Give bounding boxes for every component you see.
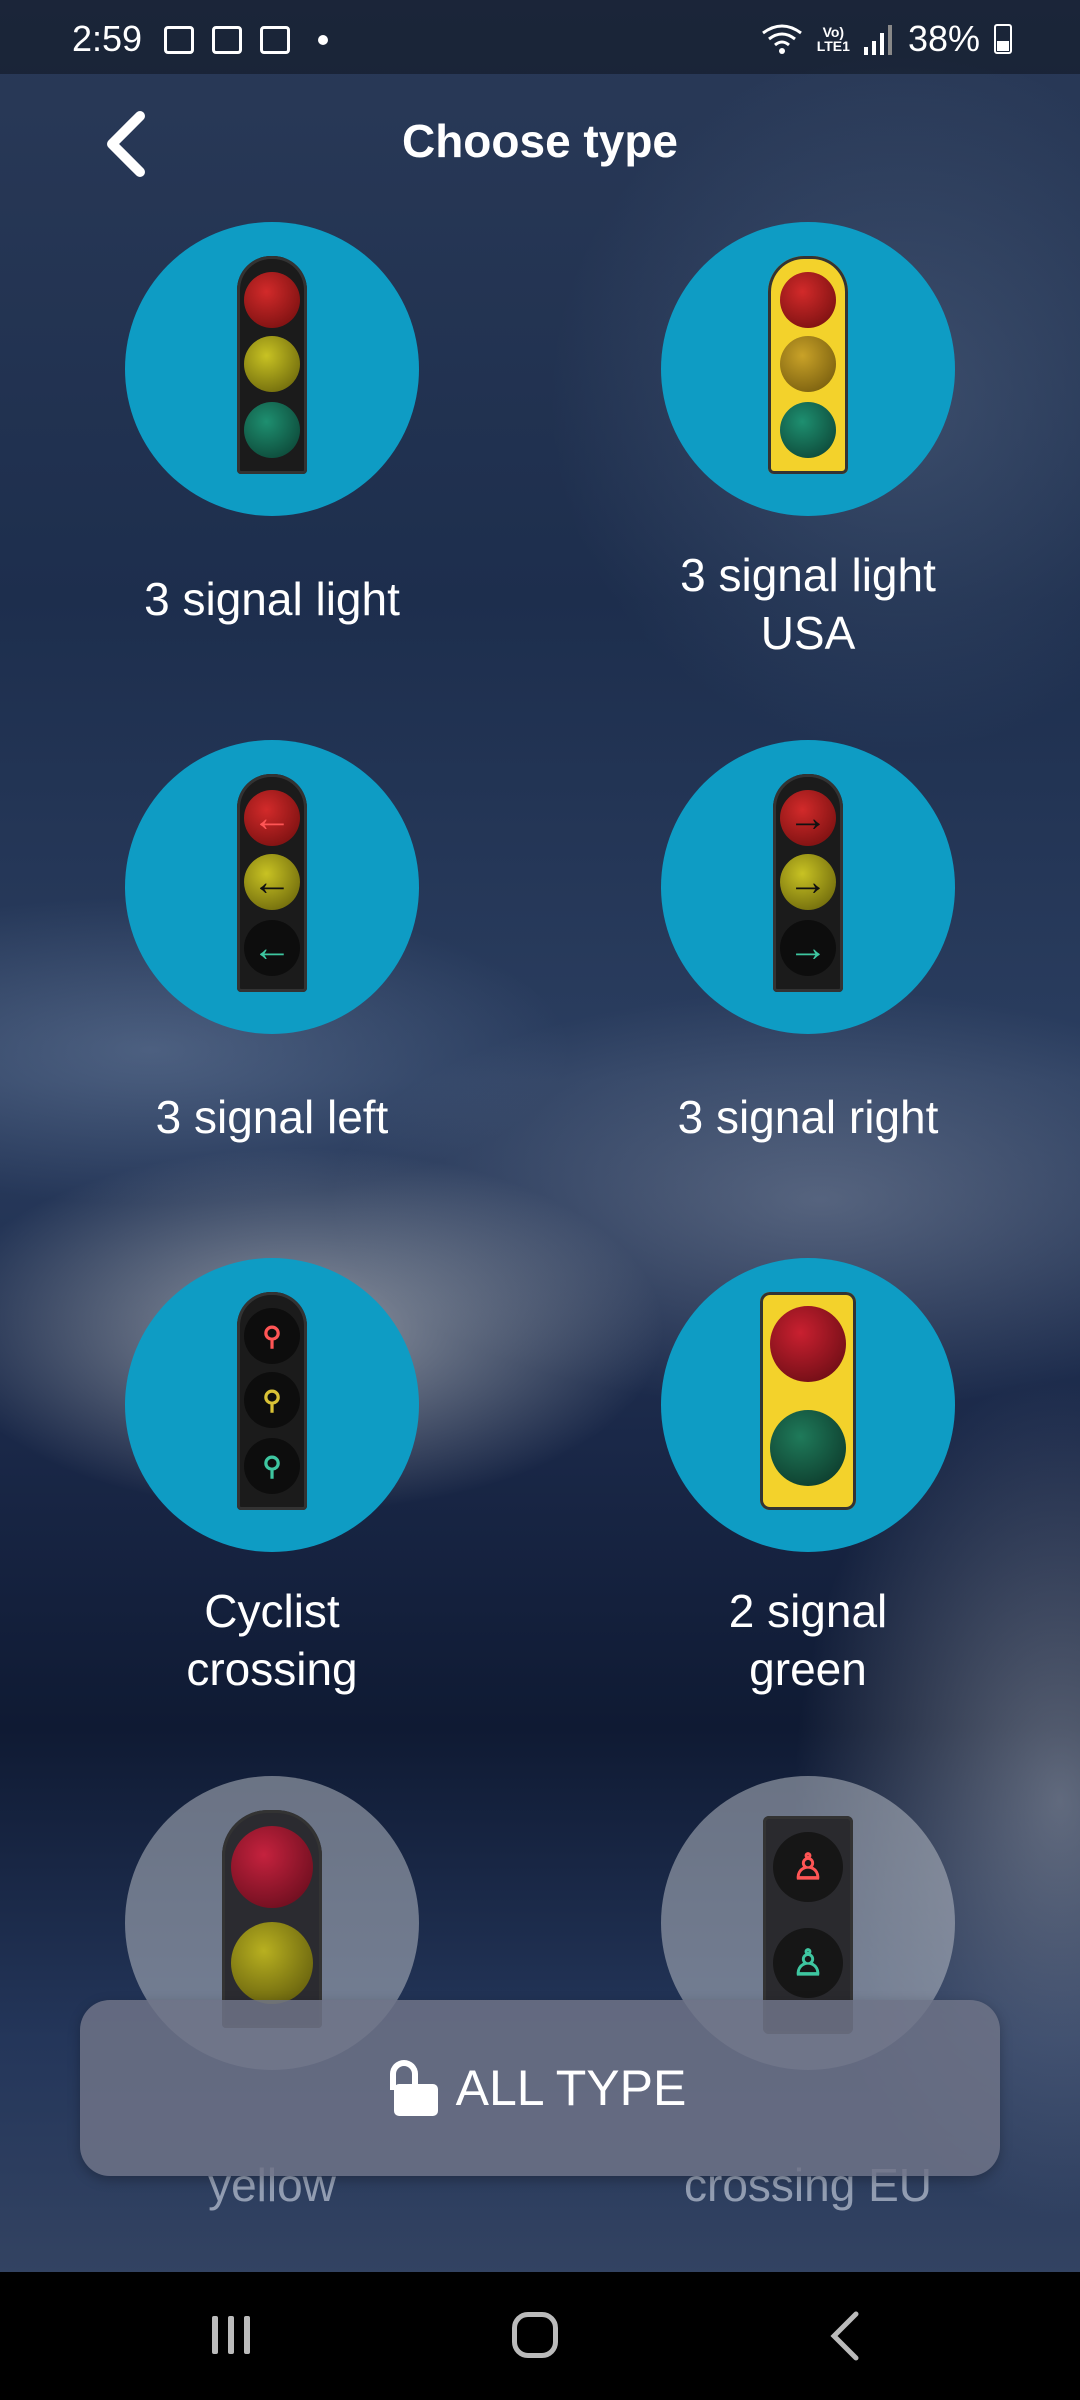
- type-item-cyclist-crossing[interactable]: ⚲ ⚲ ⚲ Cyclist crossing: [42, 1258, 502, 1698]
- cyclist-traffic-light-icon: ⚲ ⚲ ⚲: [125, 1258, 419, 1552]
- unlock-icon: [389, 2060, 438, 2116]
- more-dot-icon: [318, 35, 328, 45]
- signal-icon: [863, 25, 892, 55]
- system-icons: Vo) LTE1 38%: [761, 18, 1012, 60]
- notification-icons: [164, 26, 328, 54]
- status-time: 2:59: [72, 18, 143, 59]
- page-title: Choose type: [401, 115, 679, 167]
- unlock-all-button[interactable]: ALL TYPE: [80, 2000, 1000, 2176]
- type-item-3-signal-light-usa[interactable]: 3 signal light USA: [578, 222, 1038, 662]
- traffic-light-right-arrows-icon: → → →: [661, 740, 955, 1034]
- system-back-button[interactable]: [822, 2308, 872, 2364]
- status-bar: 2:59 Vo) LTE1 38%: [0, 0, 1080, 74]
- type-label: 3 signal light: [144, 573, 400, 625]
- unlock-all-label: ALL TYPE: [455, 2060, 687, 2116]
- wifi-icon: [761, 24, 802, 54]
- type-label: 3 signal light USA: [680, 549, 936, 659]
- type-item-2-signal-green[interactable]: 2 signal green: [578, 1258, 1038, 1698]
- traffic-light-3-icon: [125, 222, 419, 516]
- type-item-3-signal-right[interactable]: → → → 3 signal right: [578, 740, 1038, 1146]
- traffic-light-left-arrows-icon: ← ← ←: [125, 740, 419, 1034]
- device-icon: [212, 26, 242, 54]
- battery-percent: 38%: [907, 18, 980, 59]
- recent-apps-button[interactable]: [212, 2316, 250, 2354]
- type-label: 2 signal green: [728, 1585, 888, 1695]
- lte-indicator: Vo) LTE1: [816, 24, 850, 54]
- gallery-icon: [164, 26, 194, 54]
- type-label: Cyclist crossing: [186, 1585, 358, 1695]
- type-item-3-signal-light[interactable]: 3 signal light: [42, 222, 502, 628]
- type-label: 3 signal right: [677, 1091, 939, 1143]
- navigation-bar: [0, 2272, 1080, 2400]
- type-label: 3 signal left: [155, 1091, 389, 1143]
- traffic-light-2-icon: [661, 1258, 955, 1552]
- type-item-3-signal-left[interactable]: ← ← ← 3 signal left: [42, 740, 502, 1146]
- battery-icon: [994, 24, 1012, 54]
- home-button[interactable]: [512, 2312, 558, 2358]
- traffic-light-usa-icon: [661, 222, 955, 516]
- calendar-icon: [260, 26, 290, 54]
